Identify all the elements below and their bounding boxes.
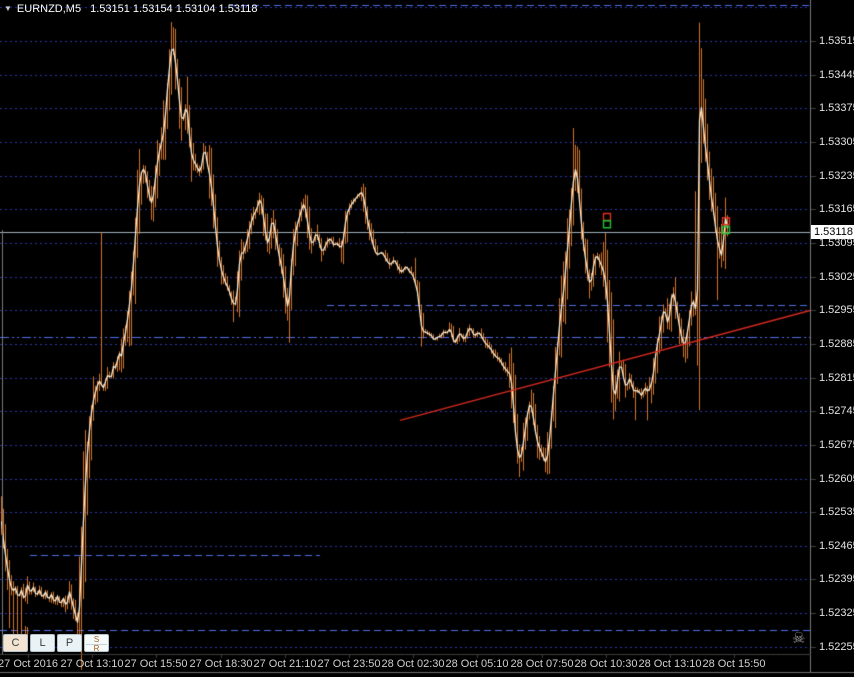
price-axis-label: 1.52465 (819, 539, 854, 552)
price-axis-label: 1.53375 (819, 102, 854, 115)
chart-title-ohlc: 1.53151 1.53154 1.53104 1.53118 (90, 3, 258, 15)
time-axis-label: 28 Oct 10:30 (574, 658, 638, 670)
price-axis-label: 1.52745 (819, 405, 854, 418)
price-axis-label: 1.52815 (819, 371, 854, 384)
price-axis-label: 1.53515 (819, 35, 854, 47)
time-axis-label: 28 Oct 02:30 (381, 658, 445, 670)
price-axis-label: 1.53025 (819, 270, 854, 283)
price-axis-label: 1.53445 (819, 68, 854, 81)
price-axis-label: 1.53305 (819, 135, 854, 148)
time-axis-label: 28 Oct 05:10 (445, 658, 509, 670)
chart-button-c[interactable]: C (3, 634, 28, 652)
price-axis-label: 1.53095 (819, 236, 854, 249)
chart-button-p[interactable]: P (57, 634, 82, 652)
time-axis-label: 28 Oct 07:50 (510, 658, 574, 670)
sr-button-bottom-label: R (93, 644, 100, 653)
price-axis-label: 1.52605 (819, 472, 854, 485)
time-axis-label: 27 Oct 15:50 (124, 658, 188, 670)
chart-window: ▼ EURNZD,M5 1.53151 1.53154 1.53104 1.5311… (0, 0, 854, 677)
time-axis-label: 27 Oct 21:10 (253, 658, 317, 670)
price-axis-label: 1.52675 (819, 438, 854, 451)
time-axis-label: 27 Oct 18:30 (189, 658, 253, 670)
time-axis-label: 27 Oct 13:10 (60, 658, 124, 670)
price-axis-label: 1.52395 (819, 573, 854, 586)
price-axis-label: 1.52255 (819, 640, 854, 653)
skull-watermark-icon: ☠ (792, 630, 806, 647)
chart-button-sr[interactable]: S R (84, 634, 109, 653)
price-axis-label: 1.52325 (819, 607, 854, 620)
dropdown-arrow-icon[interactable]: ▼ (4, 4, 12, 13)
price-axis-label: 1.52885 (819, 337, 854, 350)
chart-title: ▼ EURNZD,M5 1.53151 1.53154 1.53104 1.5311… (4, 3, 258, 15)
chart-button-l[interactable]: L (30, 634, 55, 652)
price-axis-label: 1.53235 (819, 169, 854, 182)
time-axis-label: 27 Oct 2016 (0, 658, 58, 670)
price-axis-label: 1.53165 (819, 203, 854, 216)
time-axis-label: 27 Oct 23:50 (317, 658, 381, 670)
time-axis-label: 28 Oct 13:10 (638, 658, 702, 670)
price-chart-canvas[interactable] (0, 0, 854, 677)
chart-title-symbol: EURNZD,M5 (16, 3, 82, 15)
sr-button-top-label: S (93, 635, 100, 644)
price-axis-label: 1.52535 (819, 506, 854, 519)
time-axis-label: 28 Oct 15:50 (702, 658, 766, 670)
price-axis-label: 1.52955 (819, 304, 854, 317)
